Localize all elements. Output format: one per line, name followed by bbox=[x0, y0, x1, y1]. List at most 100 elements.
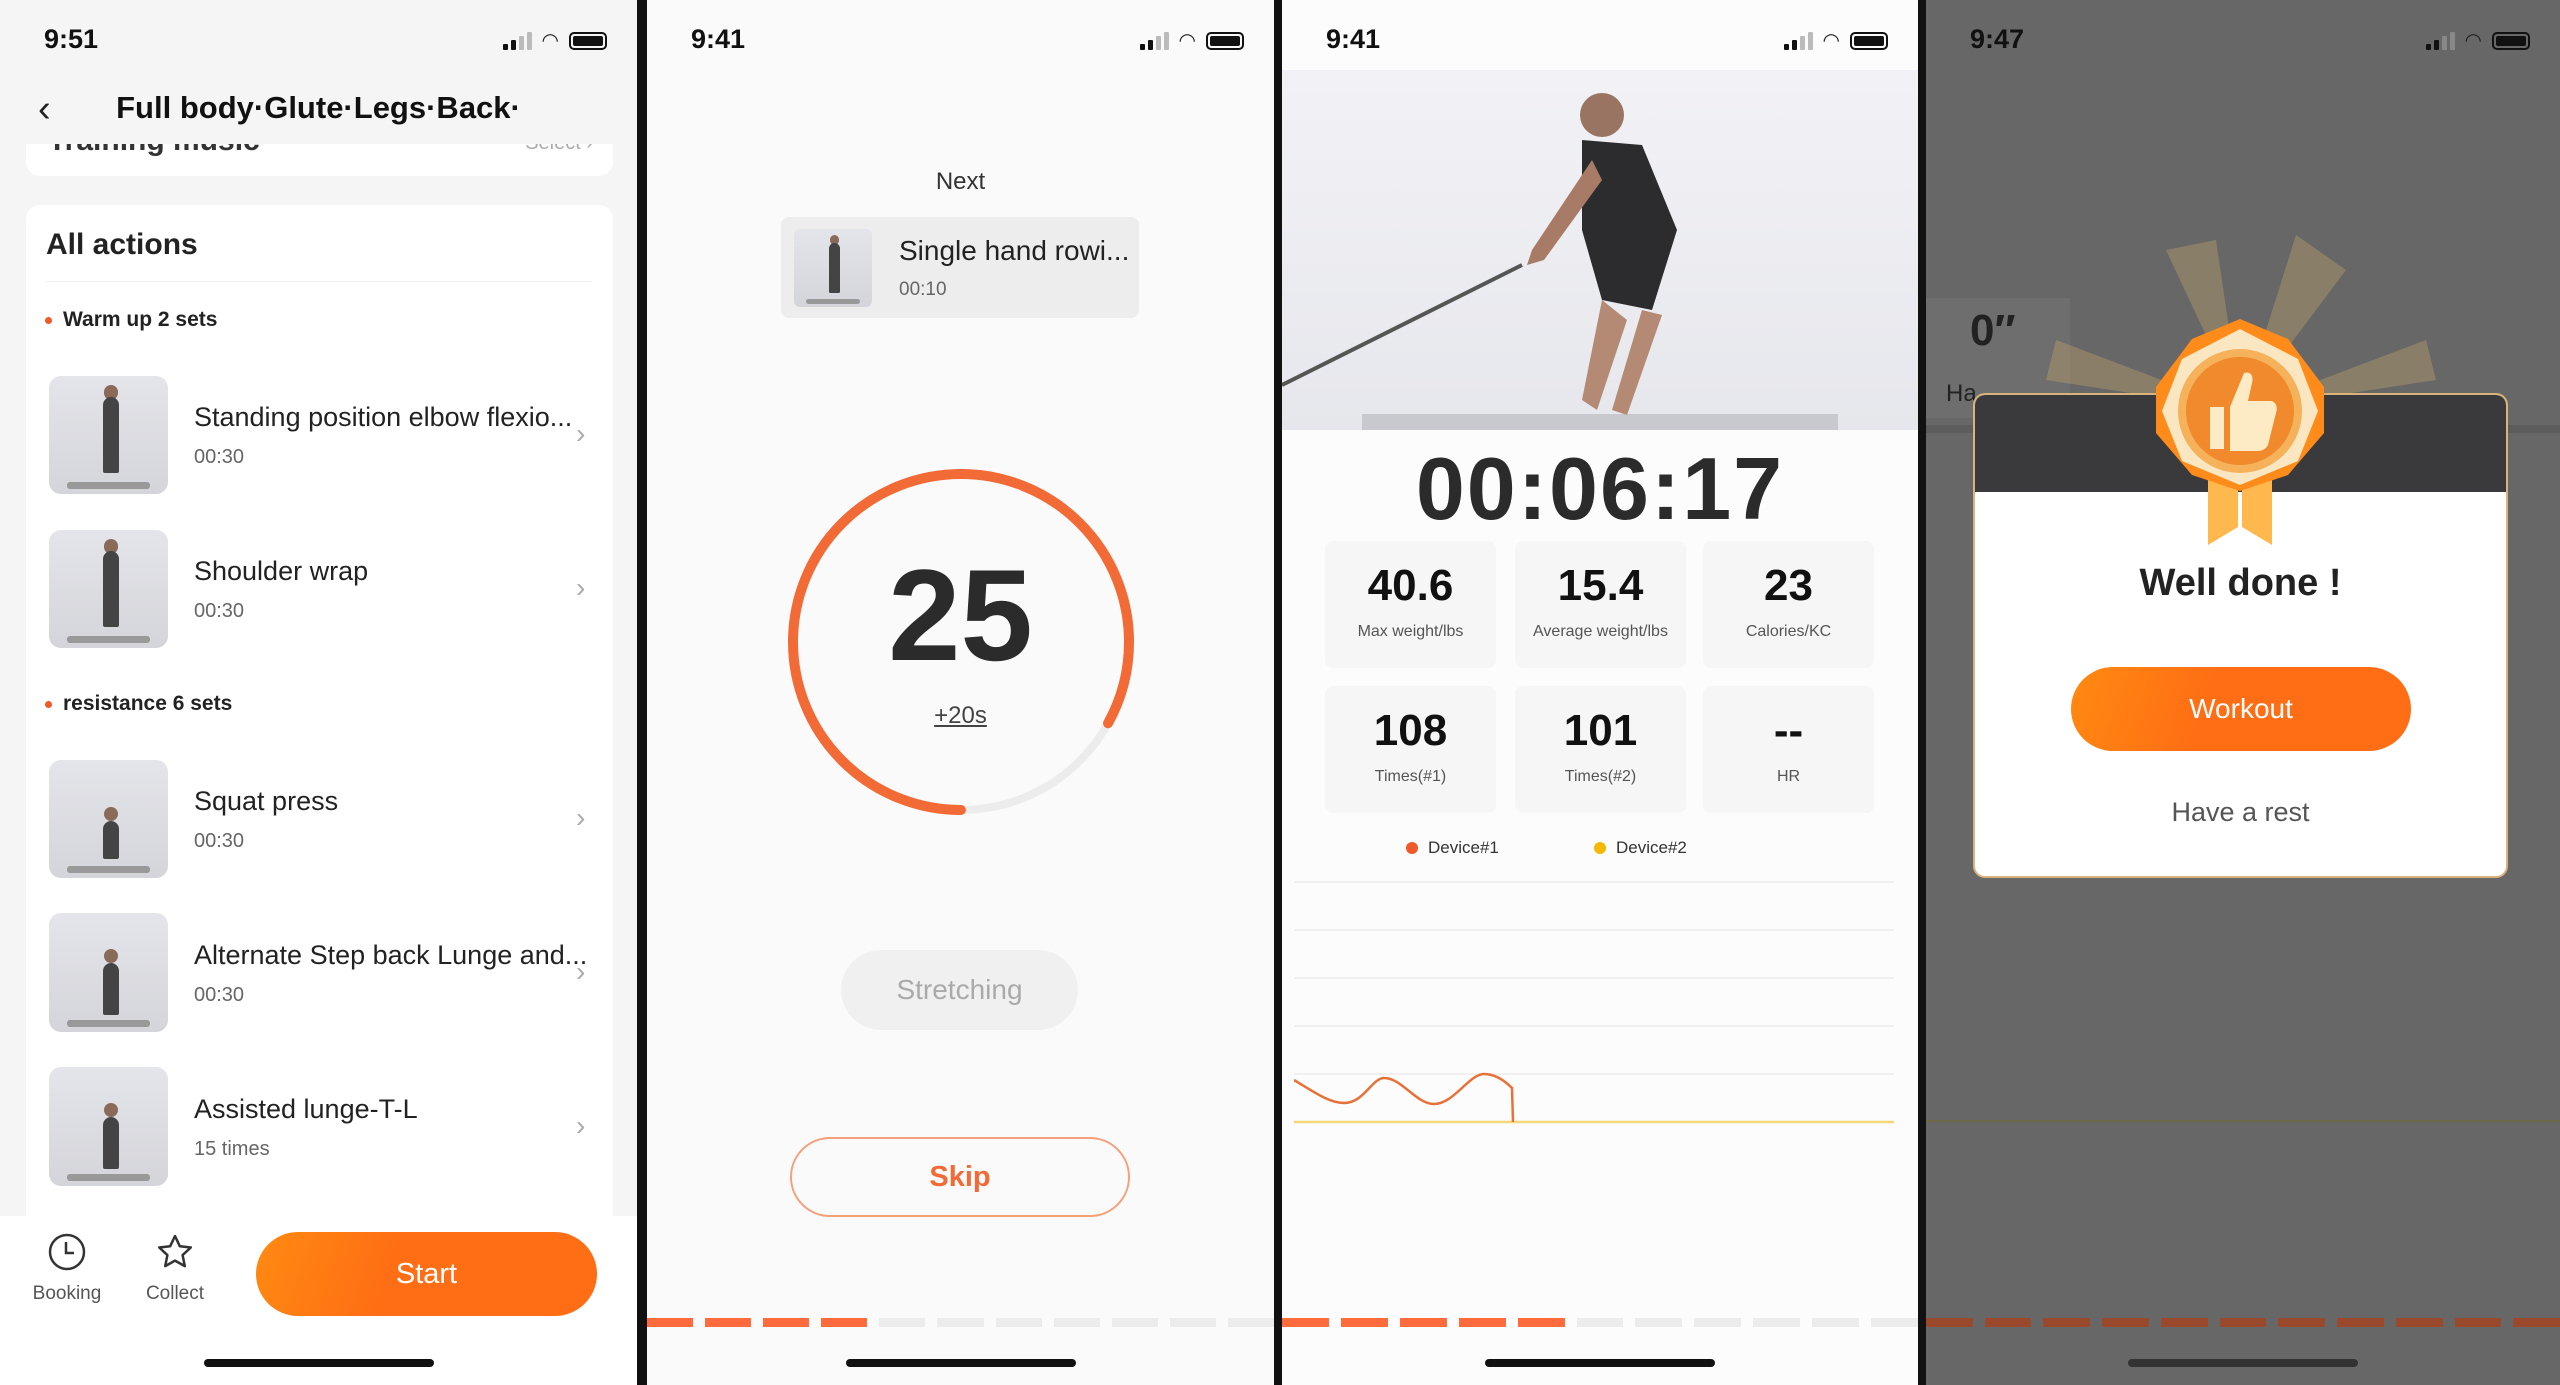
progress-segment bbox=[2337, 1318, 2384, 1327]
countdown-value: 25 bbox=[888, 542, 1033, 688]
status-icons: ◠ bbox=[1139, 28, 1244, 53]
rest-countdown-screen: 9:41 ◠ Next Single hand rowi... 00:10 25… bbox=[647, 0, 1274, 1385]
collect-button[interactable]: Collect bbox=[130, 1232, 220, 1305]
battery-icon bbox=[569, 31, 607, 50]
stat-label: Calories/KC bbox=[1745, 623, 1832, 640]
progress-segment bbox=[1399, 1318, 1447, 1327]
skip-button[interactable]: Skip bbox=[790, 1137, 1130, 1217]
item-title: Standing position elbow flexio... bbox=[194, 402, 573, 432]
item-title: Squat press bbox=[194, 786, 339, 816]
signal-icon bbox=[2425, 31, 2455, 50]
item-time: 00:30 bbox=[194, 446, 245, 468]
progress-segment bbox=[821, 1318, 868, 1327]
stat-value: 101 bbox=[1563, 706, 1638, 755]
exercise-thumbnail bbox=[49, 376, 168, 494]
booking-button[interactable]: Booking bbox=[22, 1232, 112, 1305]
home-indicator bbox=[845, 1359, 1076, 1367]
wifi-icon: ◠ bbox=[2464, 30, 2482, 52]
stat-value: 15.4 bbox=[1557, 561, 1644, 610]
exercise-thumbnail bbox=[49, 530, 168, 648]
stat-label: Times(#2) bbox=[1564, 768, 1637, 785]
workout-button[interactable]: Workout bbox=[2071, 667, 2411, 751]
stat-max-weight: 40.6 Max weight/lbs bbox=[1325, 541, 1496, 668]
trainer-figure bbox=[1282, 93, 1677, 415]
progress-segment bbox=[763, 1318, 810, 1327]
legend-device-2: Device#2 bbox=[1594, 838, 1687, 858]
all-actions-heading: All actions bbox=[46, 228, 198, 261]
exercise-thumbnail bbox=[49, 760, 168, 878]
progress-segment bbox=[995, 1318, 1042, 1327]
workout-plan-screen: 9:51 ◠ ‹ Full body·Glute·Legs·Back· Trai… bbox=[0, 0, 637, 1385]
training-screen: 9:41 ◠ 00:06:17 40.6 Max weight/lbs 15.4 A… bbox=[1282, 0, 1918, 1385]
section-dot bbox=[45, 701, 52, 708]
progress-segment bbox=[2160, 1318, 2208, 1327]
status-icons: ◠ bbox=[502, 28, 607, 53]
stat-calories: 23 Calories/KC bbox=[1703, 541, 1874, 668]
chevron-right-icon: › bbox=[576, 802, 586, 833]
progress-segment bbox=[1458, 1318, 1506, 1327]
exercise-thumbnail bbox=[49, 1067, 168, 1186]
collect-label: Collect bbox=[145, 1283, 205, 1304]
progress-segment bbox=[1340, 1318, 1388, 1327]
signal-icon bbox=[1139, 31, 1169, 50]
progress-segment bbox=[1871, 1318, 1918, 1327]
weight-chart bbox=[1294, 881, 1894, 1124]
stat-value: 23 bbox=[1764, 561, 1813, 610]
stat-value: 40.6 bbox=[1367, 561, 1454, 610]
exercise-thumbnail bbox=[49, 913, 168, 1032]
battery-icon bbox=[1850, 31, 1888, 50]
modal-title: Well done ! bbox=[2139, 562, 2342, 604]
home-indicator bbox=[2128, 1359, 2358, 1367]
status-icons: ◠ bbox=[2425, 28, 2530, 53]
progress-segment bbox=[879, 1318, 926, 1327]
battery-icon bbox=[2492, 31, 2530, 50]
stat-value: -- bbox=[1773, 706, 1804, 755]
legend-device-1: Device#1 bbox=[1406, 838, 1499, 858]
legend-dot bbox=[1406, 842, 1418, 854]
progress-segment bbox=[1227, 1318, 1274, 1327]
chart-gridlines bbox=[1294, 881, 1894, 1075]
divider bbox=[46, 281, 592, 282]
start-button[interactable]: Start bbox=[256, 1232, 597, 1316]
section-resistance: resistance 6 sets bbox=[63, 692, 233, 715]
item-title: Shoulder wrap bbox=[194, 556, 369, 586]
star-icon bbox=[157, 1234, 193, 1268]
background-divider bbox=[1926, 1120, 2560, 1122]
stat-label: Times(#1) bbox=[1374, 768, 1447, 785]
music-select[interactable]: Select › bbox=[525, 144, 593, 155]
wifi-icon: ◠ bbox=[1822, 30, 1840, 52]
progress-segment bbox=[1169, 1318, 1216, 1327]
music-card[interactable]: Training music Select › bbox=[26, 144, 613, 176]
status-time: 9:51 bbox=[44, 24, 99, 54]
next-label: Next bbox=[935, 168, 986, 195]
next-time: 00:10 bbox=[899, 279, 947, 300]
thumbs-up-medal-icon bbox=[2156, 319, 2324, 545]
progress-segment bbox=[937, 1318, 984, 1327]
home-indicator bbox=[203, 1359, 434, 1367]
battery-icon bbox=[1206, 31, 1244, 50]
have-a-rest-button[interactable]: Have a rest bbox=[1975, 797, 2506, 828]
chevron-right-icon: › bbox=[576, 956, 586, 987]
exercise-video[interactable] bbox=[1282, 70, 1918, 430]
divider bbox=[637, 0, 647, 1385]
divider bbox=[1274, 0, 1282, 1385]
music-label: Training music bbox=[48, 144, 260, 158]
wifi-icon: ◠ bbox=[1178, 30, 1196, 52]
device-1-line bbox=[1294, 1072, 1515, 1123]
add-time-link[interactable]: +20s bbox=[647, 702, 1274, 730]
item-time: 00:30 bbox=[194, 830, 245, 852]
next-exercise-card[interactable]: Single hand rowi... 00:10 bbox=[781, 217, 1139, 318]
chevron-right-icon: › bbox=[576, 418, 586, 449]
legend-label: Device#2 bbox=[1616, 838, 1687, 857]
stat-average-weight: 15.4 Average weight/lbs bbox=[1515, 541, 1686, 668]
progress-segment bbox=[2513, 1318, 2560, 1327]
progress-segment bbox=[1111, 1318, 1158, 1327]
progress-segment bbox=[1926, 1318, 1973, 1327]
clock-icon bbox=[48, 1233, 86, 1271]
next-title: Single hand rowi... bbox=[899, 235, 1130, 266]
status-time: 9:47 bbox=[1970, 24, 2025, 54]
stretching-button[interactable]: Stretching bbox=[841, 950, 1078, 1030]
status-time: 9:41 bbox=[1326, 24, 1381, 54]
progress-segment bbox=[1282, 1318, 1329, 1327]
home-indicator bbox=[1485, 1359, 1715, 1367]
